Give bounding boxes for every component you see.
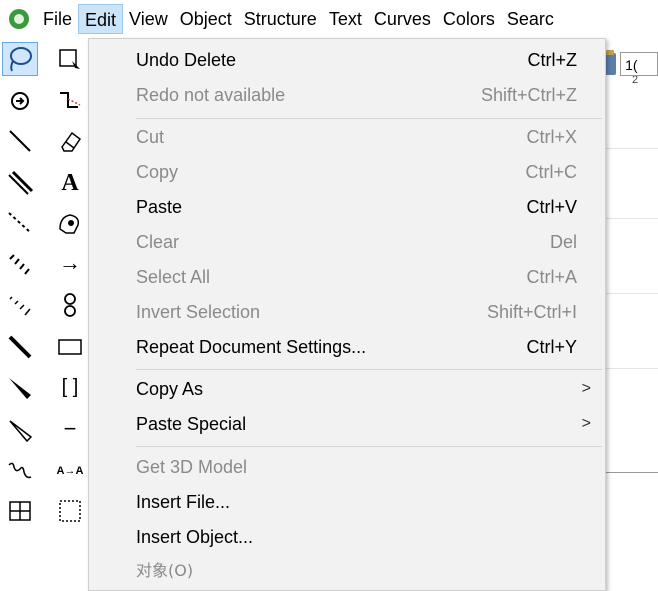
- hashed-bond-tool-icon[interactable]: [2, 246, 38, 280]
- menu-item-shortcut: Ctrl+C: [525, 162, 577, 182]
- double-bond-tool-icon[interactable]: [2, 166, 38, 200]
- menu-item-cut: Cut Ctrl+X: [89, 120, 605, 154]
- menu-item-shortcut: Ctrl+Y: [526, 337, 577, 357]
- wedge-bond-tool-icon[interactable]: [2, 370, 38, 404]
- menu-separator: [136, 369, 602, 370]
- dotted-rect-tool-icon[interactable]: [52, 494, 88, 528]
- submenu-arrow-icon: >: [581, 380, 591, 397]
- menu-view[interactable]: View: [123, 4, 174, 34]
- menu-item-label: Clear: [136, 232, 180, 252]
- hashed-wedge-tool-icon[interactable]: [2, 288, 38, 322]
- menu-item-label: Invert Selection: [136, 302, 261, 322]
- menu-file[interactable]: File: [37, 4, 78, 34]
- menu-item-redo: Redo not available Shift+Ctrl+Z: [89, 78, 605, 112]
- menu-item-label: Redo not available: [136, 85, 286, 105]
- menu-text[interactable]: Text: [323, 4, 368, 34]
- menu-search[interactable]: Searc: [501, 4, 560, 34]
- rectangle-tool-icon[interactable]: [52, 330, 88, 364]
- wavy-bond-tool-icon[interactable]: [2, 454, 38, 488]
- menu-item-label: Repeat Document Settings...: [136, 337, 367, 357]
- menu-bar: File Edit View Object Structure Text Cur…: [0, 0, 658, 38]
- line-tool-icon[interactable]: [2, 124, 38, 158]
- menu-item-shortcut: Shift+Ctrl+Z: [480, 85, 577, 105]
- menu-item-shortcut: Ctrl+X: [526, 127, 577, 147]
- menu-item-object-cn: 对象(O): [89, 554, 605, 588]
- edit-menu-dropdown: Undo Delete Ctrl+Z Redo not available Sh…: [88, 38, 606, 591]
- menu-item-invert-selection: Invert Selection Shift+Ctrl+I: [89, 295, 605, 329]
- menu-item-label: Cut: [136, 127, 165, 147]
- menu-item-shortcut: Ctrl+Z: [527, 50, 578, 70]
- menu-item-label: Select All: [136, 267, 211, 287]
- lasso-tool-icon[interactable]: [2, 42, 38, 76]
- menu-item-undo-delete[interactable]: Undo Delete Ctrl+Z: [89, 43, 605, 77]
- menu-item-shortcut: Ctrl+V: [526, 197, 577, 217]
- menu-separator: [136, 446, 602, 447]
- menu-item-repeat-document-settings[interactable]: Repeat Document Settings... Ctrl+Y: [89, 330, 605, 364]
- menu-edit[interactable]: Edit: [78, 4, 124, 34]
- menu-item-insert-file[interactable]: Insert File...: [89, 485, 605, 519]
- text-tool-glyph: A: [61, 169, 79, 196]
- zoom-field[interactable]: 1(: [620, 52, 658, 76]
- menu-item-shortcut: Ctrl+A: [526, 267, 577, 287]
- submenu-arrow-icon: >: [581, 415, 591, 432]
- hollow-wedge-tool-icon[interactable]: [2, 412, 38, 446]
- eraser-tool-icon[interactable]: [52, 124, 88, 158]
- menu-item-label: 对象(O): [136, 561, 194, 580]
- menu-item-paste-special[interactable]: Paste Special >: [89, 407, 605, 441]
- bold-bond-tool-icon[interactable]: [2, 330, 38, 364]
- menu-item-copy: Copy Ctrl+C: [89, 155, 605, 189]
- arrow-tool-glyph: →: [59, 250, 81, 275]
- chain-tool-icon[interactable]: [52, 84, 88, 118]
- text-arrow-tool-icon[interactable]: A→A: [52, 454, 88, 488]
- rotate-tool-icon[interactable]: [2, 84, 38, 118]
- dash-tool-glyph: −: [63, 416, 77, 441]
- menu-item-clear: Clear Del: [89, 225, 605, 259]
- arrow-tool-icon[interactable]: →: [52, 246, 88, 280]
- orbital-tool-icon[interactable]: [52, 288, 88, 322]
- dashed-bond-tool-icon[interactable]: [2, 206, 38, 240]
- menu-item-shortcut: Shift+Ctrl+I: [486, 302, 577, 322]
- menu-curves[interactable]: Curves: [368, 4, 437, 34]
- menu-item-label: Undo Delete: [136, 50, 237, 70]
- menu-colors[interactable]: Colors: [437, 4, 501, 34]
- zoom-toolbar: 1(: [603, 50, 658, 78]
- bracket-tool-icon[interactable]: [ ]: [52, 370, 88, 404]
- menu-item-paste[interactable]: Paste Ctrl+V: [89, 190, 605, 224]
- menu-separator: [136, 118, 602, 119]
- menu-item-copy-as[interactable]: Copy As >: [89, 372, 605, 406]
- menu-item-label: Insert Object...: [136, 527, 254, 547]
- tool-palette: A → [ ] − A→A: [0, 38, 96, 591]
- menu-item-label: Paste: [136, 197, 183, 217]
- menu-item-select-all: Select All Ctrl+A: [89, 260, 605, 294]
- menu-item-label: Copy As: [136, 379, 204, 399]
- menu-structure[interactable]: Structure: [238, 4, 323, 34]
- text-tool-icon[interactable]: A: [52, 166, 88, 200]
- app-logo-icon: [9, 9, 29, 29]
- table-tool-icon[interactable]: [2, 494, 38, 528]
- menu-item-label: Get 3D Model: [136, 457, 248, 477]
- pen-tool-icon[interactable]: [52, 206, 88, 240]
- menu-item-label: Insert File...: [136, 492, 231, 512]
- menu-item-shortcut: Del: [549, 232, 577, 252]
- text-arrow-tool-glyph: A→A: [56, 465, 84, 477]
- marquee-tool-icon[interactable]: [52, 42, 88, 76]
- menu-item-get-3d-model: Get 3D Model: [89, 450, 605, 484]
- bracket-tool-glyph: [ ]: [61, 375, 79, 398]
- menu-item-label: Copy: [136, 162, 179, 182]
- menu-item-label: Paste Special: [136, 414, 247, 434]
- dash-tool-icon[interactable]: −: [52, 412, 88, 446]
- menu-object[interactable]: Object: [174, 4, 238, 34]
- menu-item-insert-object[interactable]: Insert Object...: [89, 520, 605, 554]
